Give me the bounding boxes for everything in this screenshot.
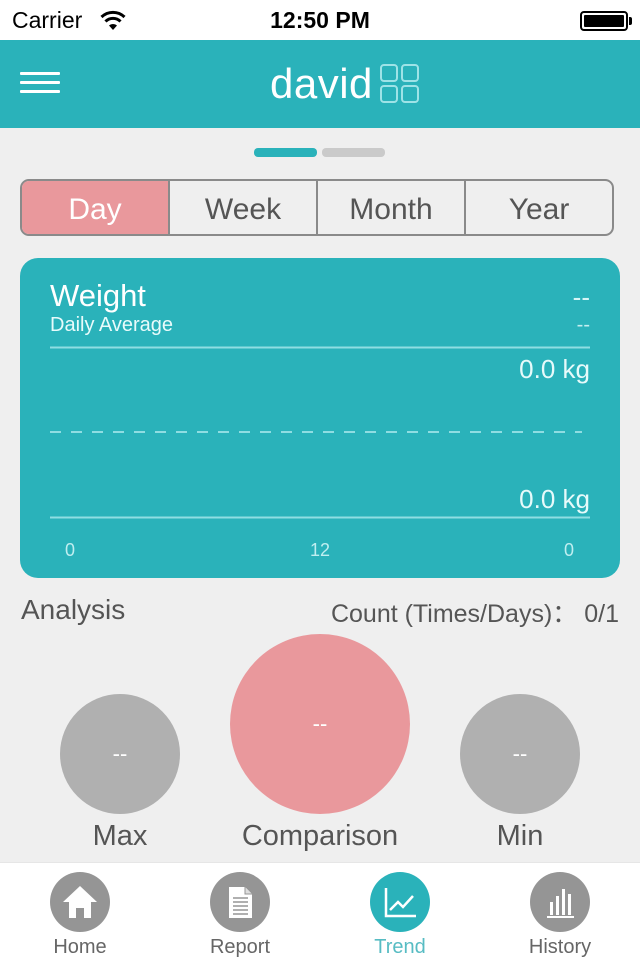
document-icon [210,872,270,932]
x-tick-label: 0 [64,540,76,560]
page-dot-2[interactable] [322,148,385,157]
page-indicator [254,148,385,157]
tab-week[interactable]: Week [170,181,318,234]
tab-year[interactable]: Year [466,181,612,234]
tab-trend[interactable]: Trend [320,863,480,960]
status-bar: Carrier 12:50 PM [0,0,640,40]
line-chart-icon [370,872,430,932]
max-label: Max [92,820,148,852]
chart-title: Weight [50,278,146,313]
chart-subtitle: Daily Average [50,314,174,336]
tab-month[interactable]: Month [318,181,466,234]
min-label: Min [496,820,544,852]
home-icon [50,872,110,932]
page-title: david [270,60,373,107]
min-circle[interactable]: -- [460,694,580,814]
hamburger-menu-icon[interactable] [20,72,60,96]
battery-tip [629,17,632,25]
weight-chart-card: Weight Daily Average -- -- 0.0 kg 0.0 kg… [20,258,620,578]
tab-home[interactable]: Home [0,863,160,960]
tab-history[interactable]: History [480,863,640,960]
bottom-tab-bar: Home Report Trend History [0,862,640,960]
clock: 12:50 PM [270,7,370,33]
bar-chart-icon [530,872,590,932]
min-value: -- [512,741,528,766]
page-dot-1[interactable] [254,148,317,157]
max-circle[interactable]: -- [60,694,180,814]
x-tick-label: 0 [563,540,575,560]
comparison-circle[interactable]: -- [230,634,410,814]
max-value: -- [112,741,128,766]
app-header: david [0,40,640,128]
comparison-label: Comparison [241,820,399,852]
tab-history-label: History [528,936,592,958]
comparison-value: -- [312,711,328,736]
tab-trend-label: Trend [374,936,426,958]
battery-icon [580,11,628,31]
count-label: Count (Times/Days)： 0/1 [330,600,619,628]
y-max-label: 0.0 kg [519,354,590,384]
tab-report-label: Report [209,936,271,958]
tab-home-label: Home [53,936,107,958]
x-tick-label: 12 [309,540,331,560]
grid-four-squares-icon[interactable] [380,64,420,104]
daily-average-value: -- [576,314,590,336]
period-segmented-control: Day Week Month Year [20,179,614,236]
tab-day[interactable]: Day [22,181,170,234]
tab-report[interactable]: Report [160,863,320,960]
analysis-heading: Analysis [21,594,126,625]
y-min-label: 0.0 kg [519,484,590,514]
current-weight-value: -- [572,282,590,312]
